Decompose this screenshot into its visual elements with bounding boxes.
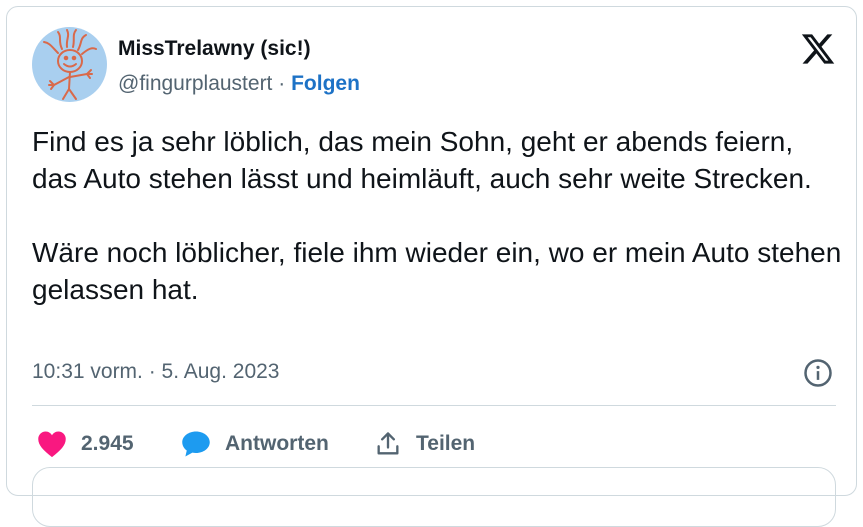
like-button[interactable]: 2.945: [37, 427, 134, 461]
author-handle-row: @fingurplaustert · Folgen: [118, 72, 360, 96]
tweet-card: MissTrelawny (sic!) @fingurplaustert · F…: [6, 6, 857, 527]
avatar[interactable]: [32, 27, 107, 102]
share-button[interactable]: Teilen: [374, 427, 475, 461]
divider: [32, 405, 836, 406]
heart-icon: [38, 431, 66, 458]
speech-bubble-icon: [182, 431, 210, 457]
share-label: Teilen: [416, 432, 476, 455]
tweet-timestamp[interactable]: 10:31 vorm. · 5. Aug. 2023: [32, 360, 280, 384]
share-icon: [377, 432, 399, 455]
info-icon[interactable]: [803, 358, 833, 388]
avatar-drawing: [43, 29, 97, 100]
reply-label: Antworten: [225, 432, 329, 455]
handle-separator: ·: [272, 72, 292, 95]
author-name[interactable]: MissTrelawny (sic!): [118, 37, 311, 61]
read-replies-button[interactable]: [32, 467, 836, 527]
like-count: 2.945: [81, 432, 134, 455]
reply-button[interactable]: Antworten: [181, 427, 329, 461]
author-handle[interactable]: @fingurplaustert: [118, 72, 272, 95]
follow-button[interactable]: Folgen: [291, 72, 360, 95]
tweet-text: Find es ja sehr löblich, das mein Sohn, …: [32, 126, 842, 305]
x-logo-icon[interactable]: [800, 31, 836, 67]
